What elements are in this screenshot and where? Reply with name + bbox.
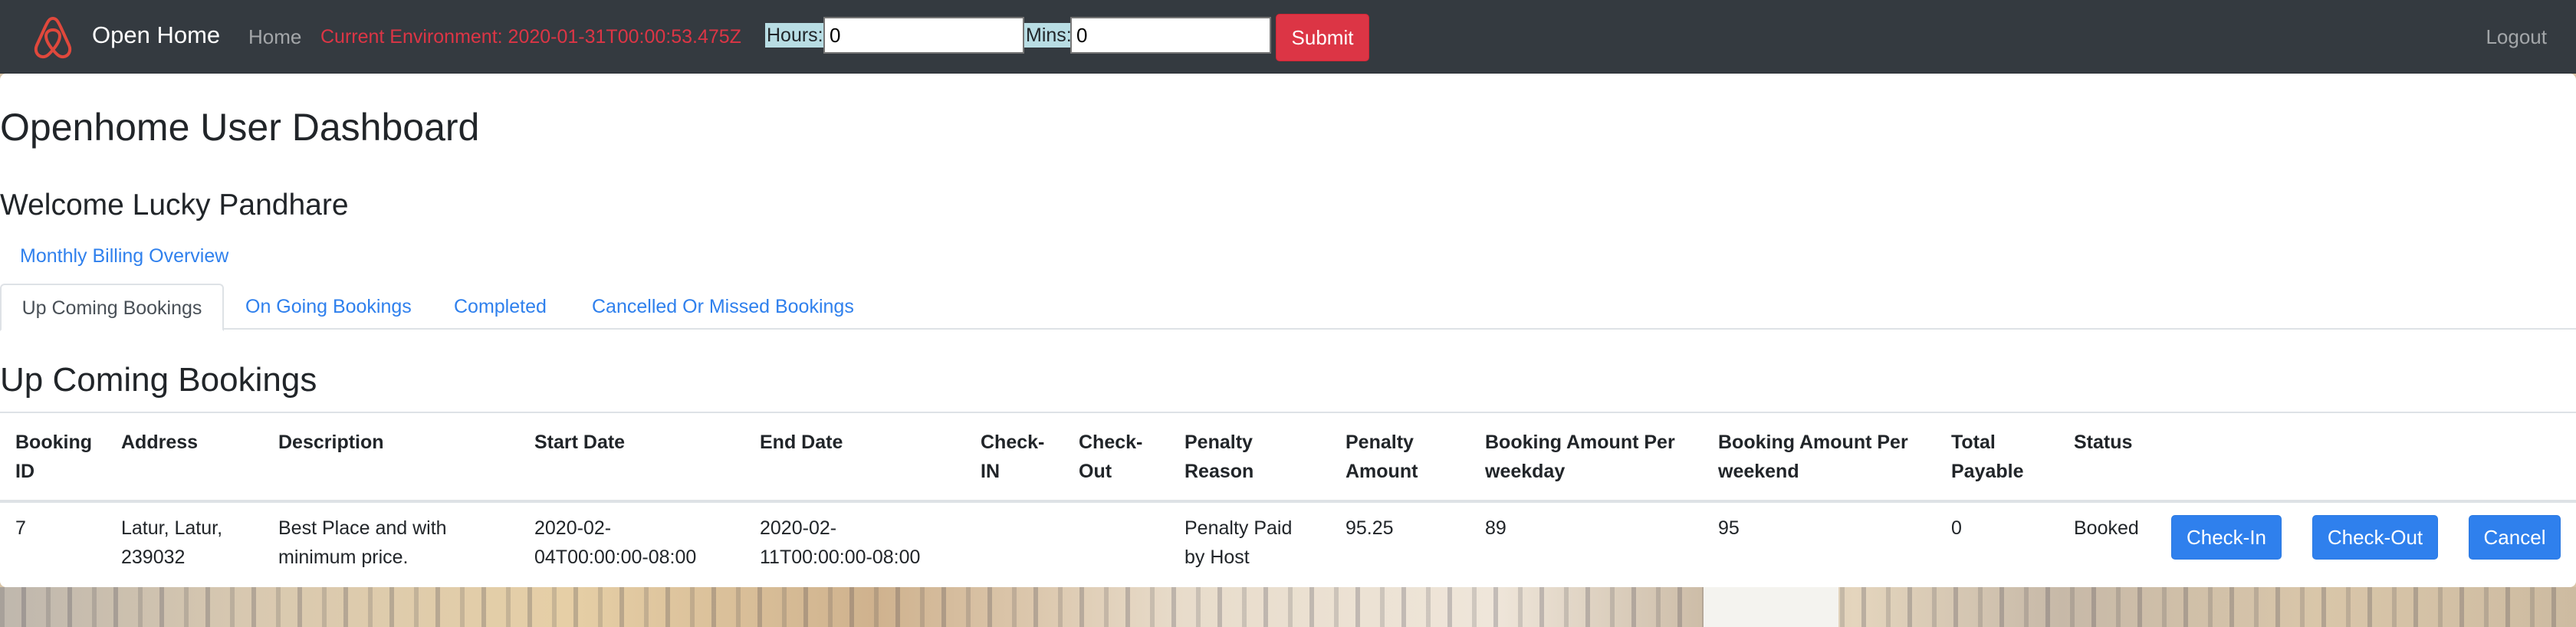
tab-ongoing-bookings[interactable]: On Going Bookings [245, 284, 412, 330]
cell-booking-id: 7 [15, 517, 26, 539]
cell-amount-per-weekend: 95 [1718, 517, 1740, 539]
tab-upcoming-bookings[interactable]: Up Coming Bookings [0, 284, 224, 331]
current-environment-text: Current Environment: 2020-01-31T00:00:53… [320, 26, 741, 48]
cancel-button[interactable]: Cancel [2469, 515, 2561, 560]
header-amount-per-weekend: Booking Amount Per weekend [1718, 432, 1908, 482]
header-booking-id: Booking ID [15, 432, 92, 482]
table-header-divider [0, 500, 2576, 503]
mins-input[interactable] [1070, 17, 1271, 54]
hours-input[interactable] [823, 17, 1024, 54]
header-check-out: Check- Out [1079, 432, 1143, 482]
tab-completed[interactable]: Completed [454, 284, 547, 330]
cell-amount-per-weekday: 89 [1485, 517, 1506, 539]
cell-penalty-amount: 95.25 [1346, 517, 1394, 539]
cell-penalty-reason: Penalty Paid by Host [1184, 517, 1293, 568]
cell-status: Booked [2074, 517, 2139, 539]
header-total-payable: Total Payable [1951, 432, 2024, 482]
header-check-in: Check- IN [981, 432, 1045, 482]
header-address: Address [121, 432, 199, 453]
header-end-date: End Date [760, 432, 843, 453]
cell-start-date: 2020-02- 04T00:00:00-08:00 [534, 517, 697, 568]
check-out-button[interactable]: Check-Out [2312, 515, 2438, 560]
header-amount-per-weekday: Booking Amount Per weekday [1485, 432, 1675, 482]
hours-label: Hours: [765, 23, 825, 48]
header-penalty-amount: Penalty Amount [1346, 432, 1418, 482]
airbnb-logo-icon[interactable] [29, 14, 77, 61]
header-penalty-reason: Penalty Reason [1184, 432, 1254, 482]
section-title: Up Coming Bookings [0, 361, 317, 399]
cell-end-date: 2020-02- 11T00:00:00-08:00 [760, 517, 921, 568]
cell-total-payable: 0 [1951, 517, 1962, 539]
submit-button[interactable]: Submit [1276, 14, 1369, 61]
cell-address: Latur, Latur, 239032 [121, 517, 223, 568]
background-photo [0, 587, 2576, 627]
cell-description: Best Place and with minimum price. [278, 517, 447, 568]
check-in-button[interactable]: Check-In [2171, 515, 2282, 560]
background-window [1704, 587, 1838, 627]
nav-home-link[interactable]: Home [248, 23, 301, 51]
page-title: Openhome User Dashboard [0, 106, 480, 149]
tab-cancelled-or-missed[interactable]: Cancelled Or Missed Bookings [592, 284, 854, 330]
brand-name[interactable]: Open Home [92, 20, 220, 51]
header-status: Status [2074, 432, 2133, 453]
monthly-billing-link[interactable]: Monthly Billing Overview [20, 244, 228, 268]
mins-label: Mins: [1024, 23, 1073, 48]
booking-tabs: Up Coming Bookings On Going Bookings Com… [0, 284, 2576, 331]
logout-link[interactable]: Logout [2486, 23, 2547, 51]
table-top-divider [0, 412, 2576, 413]
header-start-date: Start Date [534, 432, 626, 453]
welcome-message: Welcome Lucky Pandhare [0, 189, 349, 222]
top-navbar: Open Home Home Current Environment: 2020… [0, 0, 2576, 74]
dashboard-panel: Openhome User Dashboard Welcome Lucky Pa… [0, 74, 2576, 587]
header-description: Description [278, 432, 384, 453]
